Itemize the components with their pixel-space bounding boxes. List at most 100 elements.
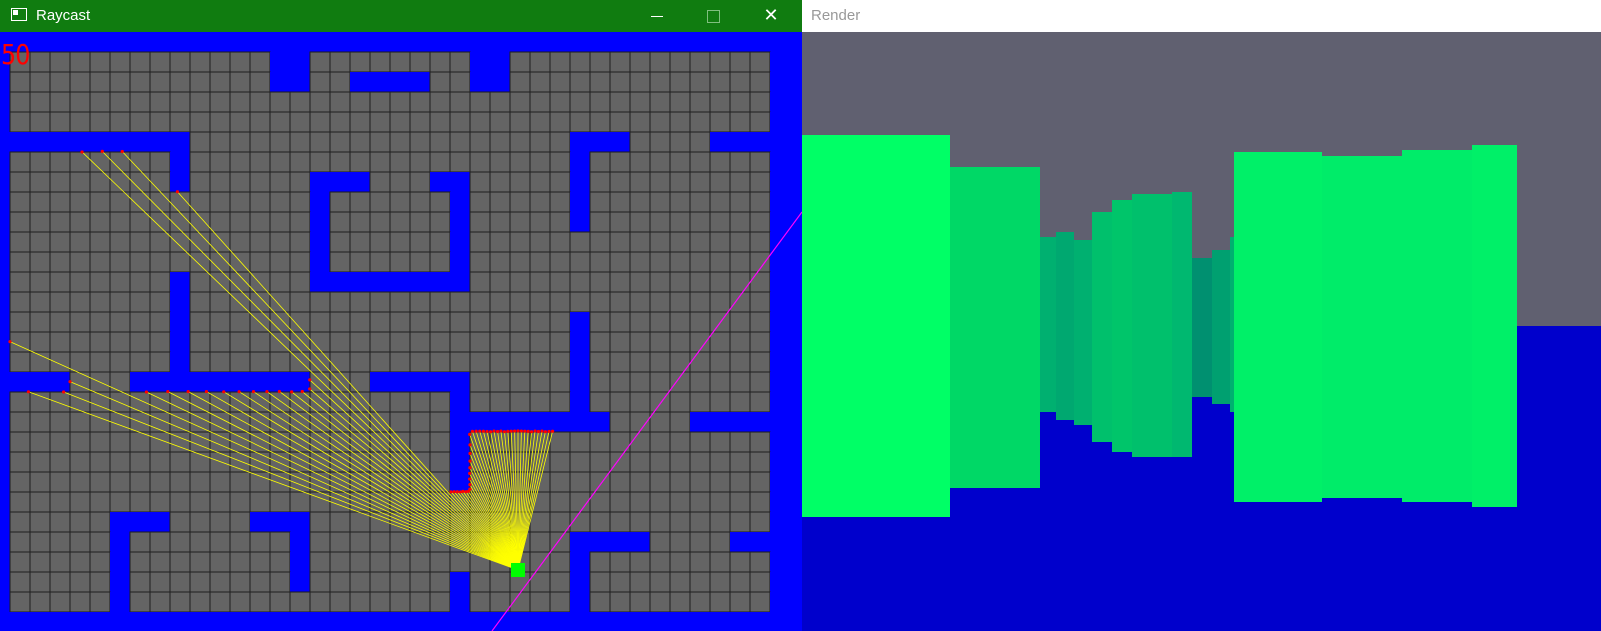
wall-tile	[730, 32, 750, 52]
wall-tile	[50, 132, 70, 152]
floor-tile	[289, 351, 311, 373]
floor-tile	[269, 311, 291, 333]
floor-tile	[409, 91, 431, 113]
floor-tile	[69, 451, 91, 473]
floor-tile	[629, 131, 651, 153]
wall-tile	[310, 32, 330, 52]
floor-tile	[69, 431, 91, 453]
floor-tile	[529, 211, 551, 233]
minimize-button[interactable]	[634, 0, 680, 32]
wall-tile	[570, 392, 590, 412]
floor-tile	[749, 431, 771, 453]
floor-tile	[529, 271, 551, 293]
floor-tile	[709, 431, 731, 453]
floor-tile	[189, 431, 211, 453]
wall-tile	[770, 132, 790, 152]
wall-tile	[170, 132, 190, 152]
wall-tile	[0, 572, 10, 592]
wall-tile	[390, 372, 410, 392]
floor-tile	[689, 231, 711, 253]
wall-tile	[230, 372, 250, 392]
floor-tile	[649, 331, 671, 353]
floor-tile	[689, 151, 711, 173]
floor-tile	[329, 511, 351, 533]
floor-tile	[729, 331, 751, 353]
floor-tile	[549, 191, 571, 213]
floor-tile	[749, 191, 771, 213]
wall-tile	[710, 612, 730, 631]
floor-tile	[649, 551, 671, 573]
floor-tile	[369, 431, 391, 453]
floor-tile	[549, 271, 571, 293]
ray-hit-point	[300, 389, 304, 394]
wall-tile	[430, 272, 450, 292]
floor-tile	[289, 131, 311, 153]
maximize-button[interactable]	[690, 0, 736, 32]
floor-tile	[9, 591, 31, 613]
floor-tile	[329, 291, 351, 313]
ray-hit-point	[468, 487, 472, 491]
wall-tile	[530, 412, 550, 432]
wall-tile	[570, 32, 590, 52]
floor-tile	[589, 151, 611, 173]
floor-tile	[509, 51, 531, 73]
floor-tile	[349, 371, 371, 393]
floor-tile	[209, 291, 231, 313]
top-down-map[interactable]	[0, 32, 802, 631]
floor-tile	[449, 91, 471, 113]
floor-tile	[689, 111, 711, 133]
floor-tile	[189, 531, 211, 553]
wall-tile	[30, 612, 50, 631]
floor-tile	[669, 551, 691, 573]
render-titlebar[interactable]: Render	[802, 0, 1601, 32]
floor-tile	[729, 511, 751, 533]
floor-tile	[49, 291, 71, 313]
floor-tile	[209, 491, 231, 513]
floor-tile	[649, 471, 671, 493]
close-button[interactable]: ✕	[748, 0, 794, 32]
floor-tile	[109, 331, 131, 353]
floor-tile	[549, 471, 571, 493]
floor-tile	[149, 491, 171, 513]
floor-tile	[149, 151, 171, 173]
floor-tile	[209, 131, 231, 153]
floor-tile	[589, 431, 611, 453]
floor-tile	[249, 351, 271, 373]
ray-hit-point	[80, 150, 84, 154]
raycast-titlebar[interactable]: Raycast ✕	[0, 0, 802, 32]
floor-tile	[709, 511, 731, 533]
maximize-icon	[706, 9, 720, 23]
floor-tile	[429, 411, 451, 433]
wall-tile	[230, 32, 250, 52]
floor-tile	[129, 491, 151, 513]
wall-tile	[590, 412, 610, 432]
wall-tile	[410, 32, 430, 52]
wall-tile	[570, 612, 590, 631]
ray-hit-point	[481, 429, 486, 433]
floor-tile	[409, 51, 431, 73]
floor-tile	[729, 351, 751, 373]
wall-tile	[90, 32, 110, 52]
floor-tile	[609, 511, 631, 533]
floor-tile	[29, 251, 51, 273]
ray-hit-point	[26, 390, 31, 394]
wall-tile	[570, 212, 590, 232]
floor-tile	[69, 51, 91, 73]
floor-tile	[689, 571, 711, 593]
ray-hit-point	[455, 490, 459, 494]
floor-tile	[429, 191, 451, 213]
floor-tile	[629, 91, 651, 113]
wall-tile	[450, 452, 470, 472]
wall-tile	[0, 552, 10, 572]
floor-tile	[89, 471, 111, 493]
floor-tile	[629, 191, 651, 213]
floor-tile	[669, 211, 691, 233]
floor-tile	[549, 71, 571, 93]
wall-tile	[430, 32, 450, 52]
floor-tile	[69, 391, 91, 413]
wall-tile	[510, 32, 530, 52]
floor-tile	[489, 231, 511, 253]
wall-tile	[450, 612, 470, 631]
floor-tile	[49, 51, 71, 73]
floor-tile	[249, 271, 271, 293]
